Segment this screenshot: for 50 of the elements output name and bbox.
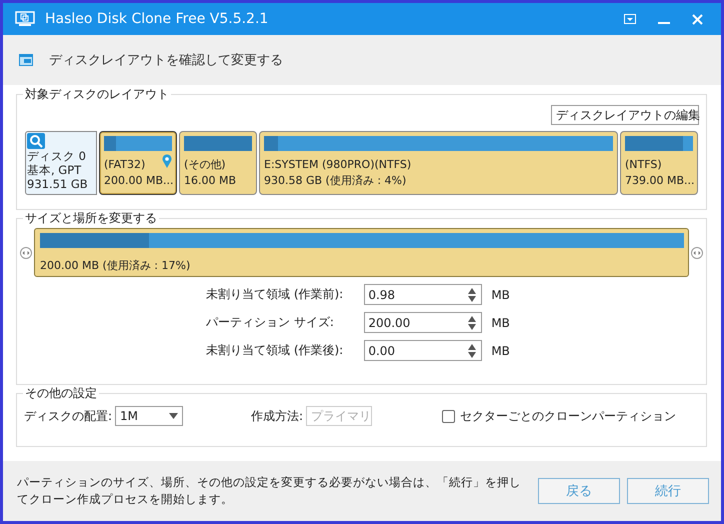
partition-size: 739.00 MB... (625, 173, 695, 189)
close-icon[interactable] (692, 14, 703, 24)
disk-size: 931.51 GB (27, 177, 89, 191)
partition-size: 16.00 MB (184, 173, 236, 189)
field-label: 作成方法: (251, 408, 304, 424)
partition-block[interactable]: (その他) 16.00 MB (179, 131, 257, 195)
partition-fs: (NTFS) (625, 157, 662, 173)
spinner-icon[interactable] (468, 344, 476, 358)
disk-search-icon (27, 133, 45, 149)
sector-clone-checkbox[interactable]: セクターごとのクローンパーティション (442, 408, 676, 424)
spinner-icon[interactable] (468, 316, 476, 330)
partition-fs: E:SYSTEM (980PRO)(NTFS) (264, 157, 412, 173)
field-label: ディスクの配置: (24, 408, 112, 424)
group-title: サイズと場所を変更する (23, 210, 159, 227)
partition-size: 200.00 MB... (104, 173, 174, 189)
resize-handle-icon[interactable] (20, 246, 32, 258)
menu-icon[interactable] (624, 14, 636, 24)
partition-resize-bar[interactable]: 200.00 MB (使用済み : 17%) (34, 228, 689, 277)
spinner-icon[interactable] (468, 288, 476, 302)
window-title: Hasleo Disk Clone Free V5.5.2.1 (45, 11, 268, 27)
edit-dropdown[interactable]: ディスクレイアウトの編集 (551, 105, 699, 125)
resize-handle-icon[interactable] (691, 246, 703, 258)
partition-fs: (FAT32) (104, 157, 146, 173)
instruction-text: パーティションのサイズ、場所、その他の設定を変更する必要がない場合は、「続行」を押してクローン作成プロセスを開始します。 (17, 474, 522, 508)
number-field[interactable]: 200.00 (364, 312, 482, 333)
partition-size: 930.58 GB (使用済み : 4%) (264, 173, 406, 189)
caret-icon (169, 413, 178, 419)
disk-info-panel[interactable]: ディスク 0 基本, GPT 931.51 GB (25, 131, 97, 195)
number-field[interactable]: 0.00 (364, 340, 482, 361)
partition-fs: (その他) (184, 157, 226, 173)
group-title: その他の設定 (23, 385, 99, 402)
field-label: 未割り当て領域 (作業後): (206, 342, 344, 359)
page-title: ディスクレイアウトを確認して変更する (49, 52, 283, 69)
partition-block[interactable]: E:SYSTEM (980PRO)(NTFS) 930.58 GB (使用済み : 4%) (259, 131, 618, 195)
number-field[interactable]: 0.98 (364, 284, 482, 305)
unit-label: MB (491, 316, 511, 330)
field-label: 未割り当て領域 (作業前): (206, 286, 344, 303)
disk-name: ディスク 0 (27, 149, 87, 163)
window-icon (19, 54, 33, 66)
field-label: パーティション サイズ: (206, 314, 335, 331)
laptop-icon (15, 11, 35, 27)
partition-label: 200.00 MB (使用済み : 17%) (40, 258, 192, 273)
partition-block[interactable]: (NTFS) 739.00 MB... (620, 131, 698, 195)
group-title: 対象ディスクのレイアウト (23, 86, 171, 103)
unit-label: MB (491, 344, 511, 358)
dropdown[interactable]: 1M (115, 406, 184, 426)
partition-block[interactable]: (FAT32) 200.00 MB... (99, 131, 177, 195)
disk-type: 基本, GPT (27, 163, 82, 177)
pin-icon (162, 154, 172, 168)
unit-label: MB (491, 288, 511, 302)
